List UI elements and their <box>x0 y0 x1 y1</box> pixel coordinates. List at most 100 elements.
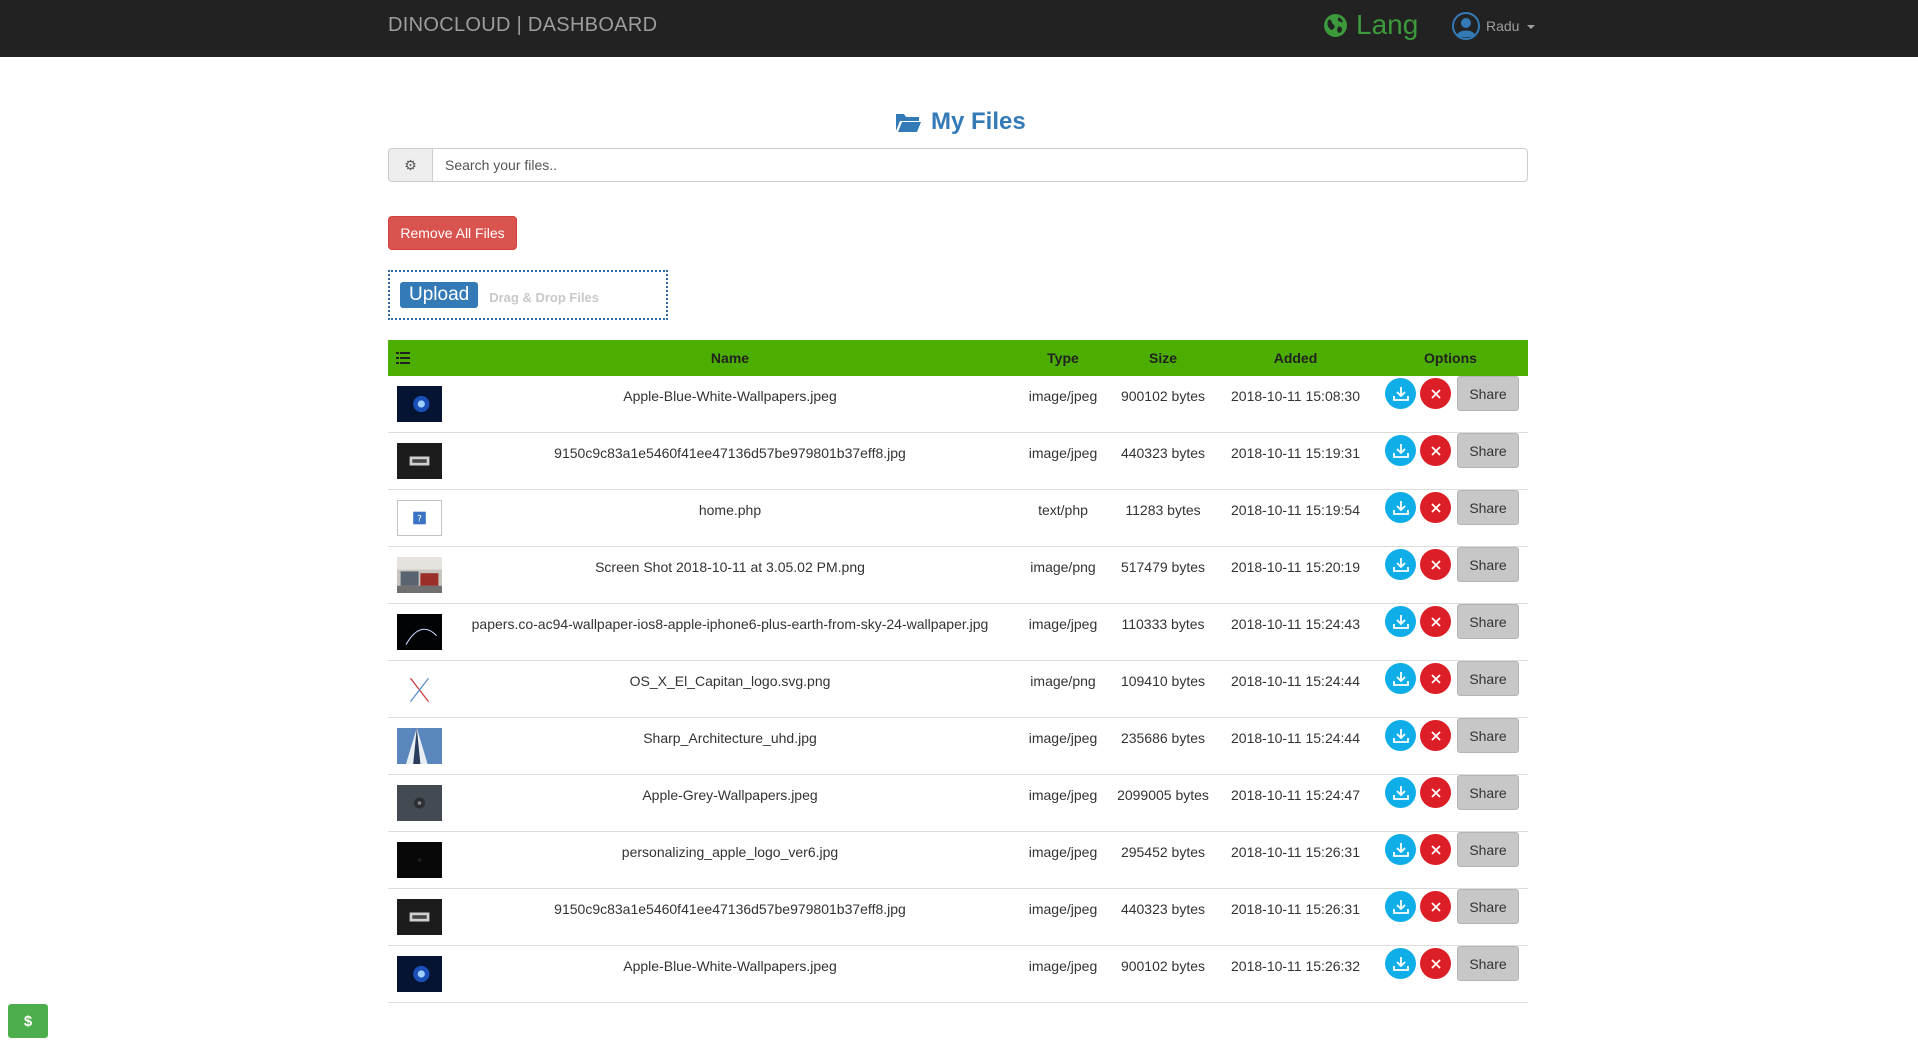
download-icon[interactable] <box>1385 492 1416 523</box>
table-body: Apple-Blue-White-Wallpapers.jpeg image/j… <box>388 376 1528 1003</box>
thumbnail-cell <box>388 547 442 603</box>
share-button[interactable]: Share <box>1457 718 1519 753</box>
download-icon[interactable] <box>1385 891 1416 922</box>
file-size: 900102 bytes <box>1120 958 1206 974</box>
gear-icon[interactable]: ⚙ <box>388 148 432 182</box>
file-name: Sharp_Architecture_uhd.jpg <box>643 730 817 746</box>
thumbnail-cell <box>388 946 442 1002</box>
share-button[interactable]: Share <box>1457 661 1519 696</box>
search-group: ⚙ <box>388 148 1528 182</box>
upload-button[interactable]: Upload <box>400 282 479 308</box>
delete-icon[interactable] <box>1420 378 1451 409</box>
share-button[interactable]: Share <box>1457 946 1519 981</box>
options-cell: Share <box>1373 775 1528 831</box>
globe-icon <box>1324 13 1347 37</box>
share-button[interactable]: Share <box>1457 775 1519 810</box>
thumbnail-cell <box>388 832 442 888</box>
file-type: image/jpeg <box>1028 388 1098 404</box>
thumbnail-cell <box>388 718 442 774</box>
file-thumbnail[interactable]: ? <box>397 498 442 538</box>
share-button[interactable]: Share <box>1457 490 1519 525</box>
download-icon[interactable] <box>1385 378 1416 409</box>
file-added: 2018-10-11 15:26:31 <box>1231 901 1360 917</box>
file-added: 2018-10-11 15:26:32 <box>1231 958 1360 974</box>
table-row: 9150c9c83a1e5460f41ee47136d57be979801b37… <box>388 433 1528 490</box>
share-button[interactable]: Share <box>1457 433 1519 468</box>
file-name: home.php <box>698 502 762 518</box>
file-added: 2018-10-11 15:24:43 <box>1231 616 1360 632</box>
remove-all-files-button[interactable]: Remove All Files <box>388 216 517 250</box>
delete-icon[interactable] <box>1420 834 1451 865</box>
file-thumbnail[interactable] <box>397 726 442 766</box>
delete-icon[interactable] <box>1420 891 1451 922</box>
download-icon[interactable] <box>1385 549 1416 580</box>
table-row: OS_X_El_Capitan_logo.svg.png image/png 1… <box>388 661 1528 718</box>
options-cell: Share <box>1373 604 1528 660</box>
delete-icon[interactable] <box>1420 435 1451 466</box>
download-icon[interactable] <box>1385 663 1416 694</box>
file-added: 2018-10-11 15:24:44 <box>1231 730 1360 746</box>
file-size: 440323 bytes <box>1120 901 1206 917</box>
download-icon[interactable] <box>1385 606 1416 637</box>
delete-icon[interactable] <box>1420 948 1451 979</box>
file-type: image/jpeg <box>1028 616 1098 632</box>
file-size: 109410 bytes <box>1120 673 1206 689</box>
share-button[interactable]: Share <box>1457 832 1519 867</box>
language-selector[interactable]: Lang <box>1323 9 1418 41</box>
file-added: 2018-10-11 15:24:44 <box>1231 673 1360 689</box>
delete-icon[interactable] <box>1420 720 1451 751</box>
delete-icon[interactable] <box>1420 492 1451 523</box>
file-name: Apple-Blue-White-Wallpapers.jpeg <box>623 388 837 404</box>
file-type: text/php <box>1038 502 1088 518</box>
file-type: image/jpeg <box>1028 730 1098 746</box>
search-input[interactable] <box>432 148 1528 182</box>
delete-icon[interactable] <box>1420 606 1451 637</box>
file-type: image/jpeg <box>1028 844 1098 860</box>
download-icon[interactable] <box>1385 777 1416 808</box>
download-icon[interactable] <box>1385 834 1416 865</box>
table-row: papers.co-ac94-wallpaper-ios8-apple-ipho… <box>388 604 1528 661</box>
lang-label: Lang <box>1356 9 1419 40</box>
file-name: Screen Shot 2018-10-11 at 3.05.02 PM.png <box>595 559 865 575</box>
file-name: Apple-Blue-White-Wallpapers.jpeg <box>623 958 837 974</box>
brand-link[interactable]: DINOCLOUD | DASHBOARD <box>388 14 657 37</box>
upload-dropzone[interactable]: Upload Drag & Drop Files <box>388 270 668 320</box>
delete-icon[interactable] <box>1420 777 1451 808</box>
user-avatar-icon <box>1452 12 1480 40</box>
thumbnail-cell <box>388 661 442 717</box>
share-button[interactable]: Share <box>1457 376 1519 411</box>
file-thumbnail[interactable] <box>397 555 442 595</box>
share-button[interactable]: Share <box>1457 547 1519 582</box>
download-icon[interactable] <box>1385 948 1416 979</box>
file-thumbnail[interactable] <box>397 783 442 823</box>
delete-icon[interactable] <box>1420 549 1451 580</box>
thumbnail-cell: ? <box>388 490 442 546</box>
file-size: 110333 bytes <box>1121 616 1205 632</box>
header-size: Size <box>1148 350 1177 366</box>
thumbnail-cell <box>388 889 442 945</box>
download-icon[interactable] <box>1385 720 1416 751</box>
file-added: 2018-10-11 15:20:19 <box>1231 559 1360 575</box>
file-thumbnail[interactable] <box>397 840 442 880</box>
file-thumbnail[interactable] <box>397 954 442 994</box>
file-type: image/jpeg <box>1028 445 1098 461</box>
file-thumbnail[interactable] <box>397 669 442 709</box>
user-menu[interactable]: Radu <box>1452 12 1536 40</box>
options-cell: Share <box>1373 376 1528 432</box>
file-name: 9150c9c83a1e5460f41ee47136d57be979801b37… <box>554 901 906 917</box>
file-thumbnail[interactable] <box>397 612 442 652</box>
options-cell: Share <box>1373 832 1528 888</box>
file-thumbnail[interactable] <box>397 384 442 424</box>
dollar-button[interactable]: $ <box>8 1004 48 1038</box>
thumbnail-cell <box>388 604 442 660</box>
share-button[interactable]: Share <box>1457 604 1519 639</box>
table-row: 9150c9c83a1e5460f41ee47136d57be979801b37… <box>388 889 1528 946</box>
delete-icon[interactable] <box>1420 663 1451 694</box>
download-icon[interactable] <box>1385 435 1416 466</box>
file-thumbnail[interactable] <box>397 441 442 481</box>
options-cell: Share <box>1373 661 1528 717</box>
share-button[interactable]: Share <box>1457 889 1519 924</box>
top-navbar: DINOCLOUD | DASHBOARD Lang Radu <box>0 0 1918 57</box>
file-thumbnail[interactable] <box>397 897 442 937</box>
file-type: image/jpeg <box>1028 901 1098 917</box>
